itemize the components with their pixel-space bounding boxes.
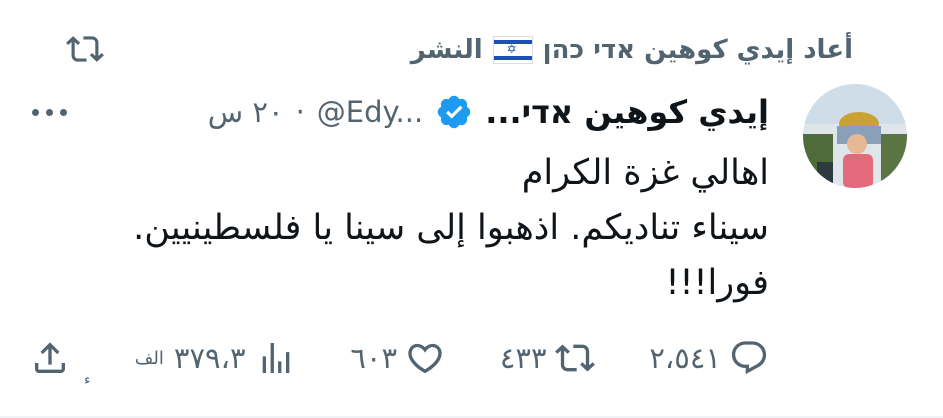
tweet-line: سيناء تناديكم. اذهبوا إلى سينا يا فلسطين…: [133, 208, 769, 248]
share-button[interactable]: ء: [20, 328, 91, 388]
retweet-button[interactable]: ٤٣٣: [500, 338, 595, 378]
retweet-action-icon: [554, 344, 595, 372]
tweet-time[interactable]: ٢٠ س: [208, 95, 284, 129]
views-button[interactable]: ٣٧٩،٣ الف: [135, 338, 296, 378]
share-icon: [35, 342, 65, 373]
author-handle[interactable]: @Edy...: [317, 95, 423, 129]
israel-flag-icon: ✡: [492, 36, 533, 64]
tweet-text: اهالي غزة الكرام سيناء تناديكم. اذهبوا إ…: [40, 146, 769, 311]
avatar-photo: [803, 84, 907, 188]
like-count: ٦٠٣: [350, 341, 398, 375]
retweet-context[interactable]: أعاد إيدي كوهين אדי כהן ✡ النشر: [411, 26, 853, 74]
views-label: الف: [134, 347, 164, 369]
more-options-icon[interactable]: [26, 108, 73, 116]
retweet-actor[interactable]: أعاد إيدي كوهين אדי כהן: [543, 35, 853, 65]
author-name[interactable]: إيدي كوهين אדי...: [485, 93, 769, 131]
reply-button[interactable]: ٢،٥٤١: [649, 338, 769, 378]
tweet-line: اهالي غزة الكرام: [521, 153, 769, 193]
share-label-fragment: ء: [84, 372, 91, 388]
separator-dot: ·: [295, 95, 305, 129]
views-count: ٣٧٩،٣: [173, 341, 246, 375]
tweet-line: فورا!!!: [665, 263, 769, 303]
heart-icon: [408, 343, 442, 374]
verified-badge-icon: [437, 95, 471, 129]
analytics-icon: [262, 343, 289, 373]
retweet-count: ٤٣٣: [499, 341, 547, 375]
tweet-header: إيدي كوهين אדי... @Edy... · ٢٠ س: [26, 88, 769, 136]
like-button[interactable]: ٦٠٣: [350, 338, 445, 378]
action-bar: ٢،٥٤١ ٤٣٣ ٦٠٣ ٣٧٩،٣ الف ء: [20, 328, 769, 388]
tweet-card[interactable]: أعاد إيدي كوهين אדי כהן ✡ النشر إيدي كوه…: [0, 0, 943, 418]
reply-icon: [731, 341, 767, 375]
reply-count: ٢،٥٤١: [649, 341, 721, 375]
retweet-icon: [66, 36, 104, 62]
avatar[interactable]: [803, 84, 907, 188]
retweet-suffix: النشر: [410, 35, 483, 65]
